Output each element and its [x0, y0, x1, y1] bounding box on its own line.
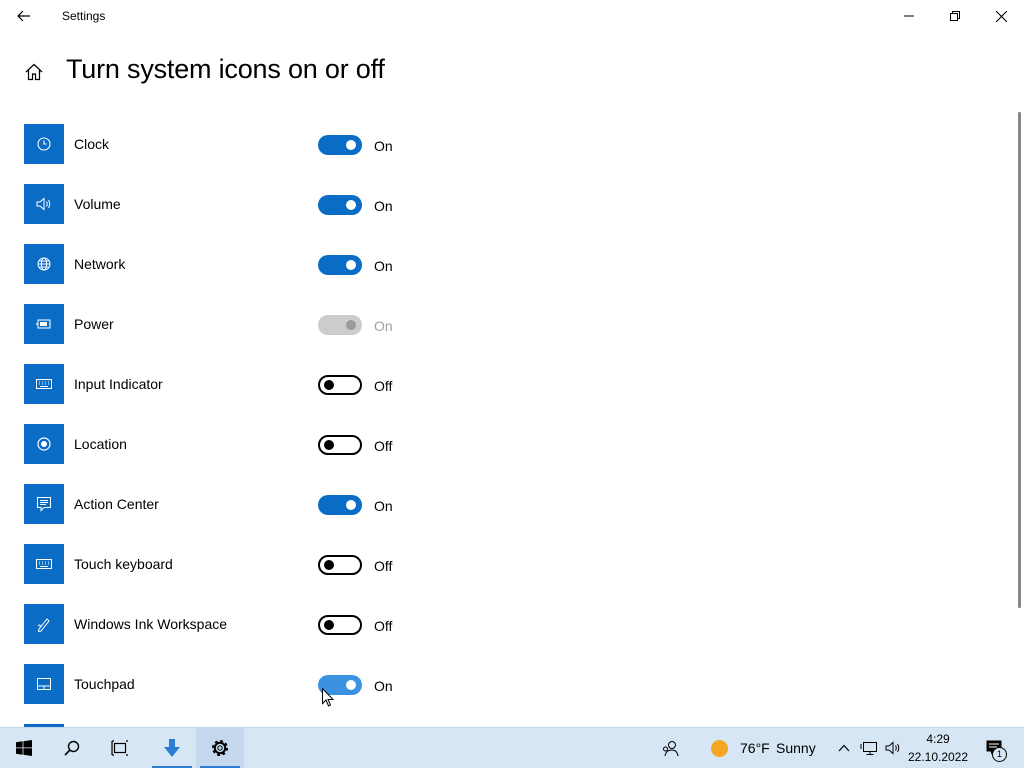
volume-toggle[interactable]	[318, 195, 362, 215]
weather-temperature[interactable]: 76°F	[740, 740, 770, 756]
people-icon	[663, 741, 679, 757]
power-toggle	[318, 315, 362, 335]
setting-label: Windows Ink Workspace	[74, 616, 228, 632]
clock-icon	[24, 124, 64, 164]
ink-pen-icon	[24, 604, 64, 644]
task-view-button[interactable]	[96, 728, 144, 768]
home-button[interactable]	[20, 58, 48, 86]
search-button[interactable]	[48, 728, 96, 768]
minimize-button[interactable]	[886, 0, 932, 32]
touch-keyboard-toggle[interactable]	[318, 555, 362, 575]
restore-icon	[950, 11, 960, 21]
title-bar: Settings	[0, 0, 1024, 32]
toggle-state-text: On	[374, 498, 393, 514]
clock-toggle[interactable]	[318, 135, 362, 155]
taskbar-clock-date[interactable]: 22.10.2022	[900, 750, 976, 764]
minimize-icon	[904, 15, 914, 17]
back-arrow-icon	[17, 10, 30, 22]
network-toggle[interactable]	[318, 255, 362, 275]
close-button[interactable]	[978, 0, 1024, 32]
power-battery-icon	[24, 304, 64, 344]
people-button[interactable]	[648, 728, 692, 768]
toggle-state-text: On	[374, 678, 393, 694]
download-arrow-icon	[164, 739, 180, 757]
setting-label: Network	[74, 256, 126, 272]
start-button[interactable]	[0, 728, 48, 768]
network-monitor-icon	[860, 742, 877, 755]
network-tray-button[interactable]	[858, 736, 880, 760]
weather-sun-icon[interactable]	[711, 740, 728, 757]
window-title: Settings	[62, 9, 106, 23]
windows-logo-icon	[16, 740, 32, 756]
setting-row-input-indicator: Input Indicator Off	[24, 364, 424, 404]
home-icon	[25, 63, 43, 81]
notification-count-badge: 1	[992, 747, 1007, 762]
toggle-state-text: On	[374, 138, 393, 154]
touch-keyboard-icon	[24, 544, 64, 584]
search-icon	[64, 740, 80, 756]
setting-label: Volume	[74, 196, 121, 212]
task-view-icon	[111, 740, 128, 756]
close-icon	[995, 10, 1007, 22]
setting-row-clock: Clock On	[24, 124, 424, 164]
location-toggle[interactable]	[318, 435, 362, 455]
volume-icon	[24, 184, 64, 224]
windows-ink-toggle[interactable]	[318, 615, 362, 635]
network-globe-icon	[24, 244, 64, 284]
setting-row-windows-ink: Windows Ink Workspace Off	[24, 604, 424, 644]
keyboard-icon	[24, 364, 64, 404]
setting-label: Touchpad	[74, 676, 135, 692]
restore-button[interactable]	[932, 0, 978, 32]
action-center-toggle[interactable]	[318, 495, 362, 515]
weather-condition[interactable]: Sunny	[776, 740, 816, 756]
chevron-up-icon	[838, 744, 850, 752]
show-hidden-icons-button[interactable]	[834, 736, 854, 760]
location-icon	[24, 424, 64, 464]
toggle-state-text: Off	[374, 438, 393, 454]
mouse-cursor-icon	[322, 688, 334, 707]
setting-row-volume: Volume On	[24, 184, 424, 224]
setting-label: Power	[74, 316, 114, 332]
toggle-state-text: On	[374, 258, 393, 274]
setting-row-touchpad: Touchpad On	[24, 664, 424, 704]
taskbar-clock-time[interactable]: 4:29	[900, 732, 976, 746]
setting-label: Touch keyboard	[74, 556, 173, 572]
setting-label: Location	[74, 436, 127, 452]
toggle-state-text: Off	[374, 558, 393, 574]
toggle-state-text: On	[374, 198, 393, 214]
notifications-button[interactable]: 1	[980, 736, 1008, 762]
scrollbar[interactable]	[1018, 112, 1021, 608]
setting-row-touch-keyboard: Touch keyboard Off	[24, 544, 424, 584]
back-button[interactable]	[8, 4, 40, 28]
toggle-state-text: On	[374, 318, 393, 334]
action-center-icon	[24, 484, 64, 524]
touchpad-icon	[24, 664, 64, 704]
setting-row-network: Network On	[24, 244, 424, 284]
toggle-state-text: Off	[374, 378, 393, 394]
setting-label: Input Indicator	[74, 376, 163, 392]
toggle-state-text: Off	[374, 618, 393, 634]
taskbar-app-download[interactable]	[148, 728, 196, 768]
setting-row-power: Power On	[24, 304, 424, 344]
setting-row-location: Location Off	[24, 424, 424, 464]
gear-icon	[212, 740, 228, 756]
taskbar-app-settings[interactable]	[196, 728, 244, 768]
setting-row-action-center: Action Center On	[24, 484, 424, 524]
setting-label: Action Center	[74, 496, 159, 512]
setting-label: Clock	[74, 136, 110, 152]
page-title: Turn system icons on or off	[66, 54, 385, 84]
input-indicator-toggle[interactable]	[318, 375, 362, 395]
